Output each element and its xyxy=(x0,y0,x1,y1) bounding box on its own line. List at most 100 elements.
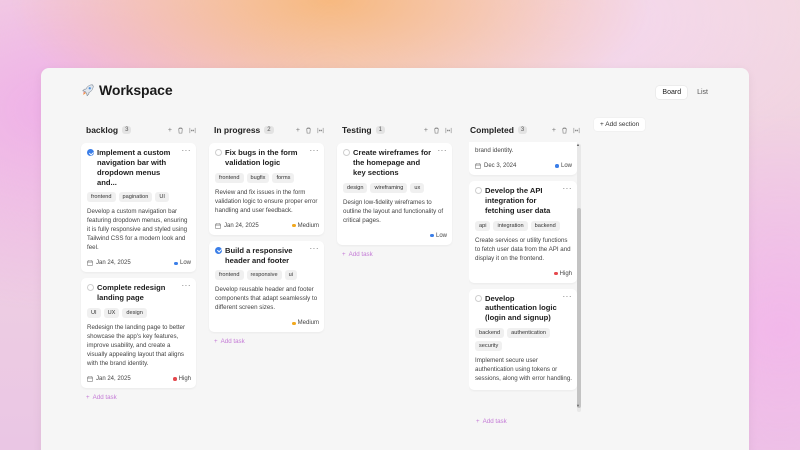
priority-dot xyxy=(174,261,178,266)
task-card[interactable]: Develop the API integration for fetching… xyxy=(469,180,577,283)
task-checkbox[interactable] xyxy=(87,284,94,292)
tag: security xyxy=(475,341,503,352)
more-options-icon[interactable]: ··· xyxy=(563,184,573,192)
tag-list: design wireframing ux xyxy=(343,182,447,193)
task-card[interactable]: Implement a custom navigation bar with d… xyxy=(81,143,196,273)
trash-icon[interactable] xyxy=(177,127,184,134)
priority-dot xyxy=(430,233,434,238)
priority-badge: Medium xyxy=(292,223,319,229)
tag: pagination xyxy=(118,192,153,203)
due-date-text: Dec 3, 2024 xyxy=(484,162,517,169)
priority-badge: Low xyxy=(430,233,447,239)
plus-icon[interactable]: + xyxy=(296,127,300,134)
more-options-icon[interactable]: ··· xyxy=(310,244,320,252)
column-tools: + xyxy=(168,127,196,134)
task-checkbox[interactable] xyxy=(343,149,350,156)
tag: ux xyxy=(410,182,425,193)
column-header: backlog 3 + xyxy=(81,124,196,136)
collapse-icon[interactable] xyxy=(317,127,324,134)
scrollbar-thumb[interactable] xyxy=(577,208,581,408)
priority-badge: High xyxy=(173,376,191,382)
calendar-icon xyxy=(87,376,93,382)
tag: UI xyxy=(87,308,101,319)
task-card[interactable]: Build a responsive header and footer ···… xyxy=(209,240,324,333)
add-task-button[interactable]: + Add task xyxy=(342,251,452,258)
add-section-button[interactable]: + Add section xyxy=(594,118,646,131)
more-options-icon[interactable]: ··· xyxy=(182,282,192,290)
plus-icon: + xyxy=(214,338,218,346)
priority-dot xyxy=(555,164,559,168)
tag: integration xyxy=(493,220,528,231)
add-task-button[interactable]: + Add task xyxy=(214,338,324,345)
more-options-icon[interactable]: ··· xyxy=(182,147,192,155)
task-title: Build a responsive header and footer xyxy=(225,245,293,265)
due-date: Jan 24, 2025 xyxy=(87,260,131,266)
task-card[interactable]: Complete redesign landing page ··· UI UX… xyxy=(81,278,196,388)
tag-list: api integration backend xyxy=(475,220,572,231)
tag: backend xyxy=(475,328,505,339)
priority-text: Medium xyxy=(297,222,319,229)
tag: backend xyxy=(530,220,560,231)
column-in-progress: In progress 2 + Fix bugs in the form val… xyxy=(209,124,324,345)
trash-icon[interactable] xyxy=(561,127,568,134)
tag-list: backend authentication security xyxy=(475,328,572,352)
plus-icon[interactable]: + xyxy=(168,127,172,134)
add-task-button[interactable]: + Add task xyxy=(476,418,507,425)
column-count-badge: 2 xyxy=(264,126,274,134)
trash-icon[interactable] xyxy=(305,127,312,134)
task-checkbox[interactable] xyxy=(475,186,482,194)
task-checkbox[interactable] xyxy=(87,149,94,156)
due-date-text: Jan 24, 2025 xyxy=(224,222,259,229)
completed-scroll-area[interactable]: brand identity. Dec 3, 2024 Low Develop … xyxy=(469,142,582,410)
tab-board[interactable]: Board xyxy=(656,86,688,99)
task-description: Develop reusable header and footer compo… xyxy=(215,286,318,312)
tag: frontend xyxy=(215,172,244,183)
scroll-down-arrow-icon[interactable]: ▼ xyxy=(576,403,580,408)
collapse-icon[interactable] xyxy=(189,127,196,134)
scroll-up-arrow-icon[interactable]: ▲ xyxy=(576,142,580,147)
plus-icon[interactable]: + xyxy=(552,127,556,134)
column-count-badge: 3 xyxy=(122,126,132,134)
task-description: Implement secure user authentication usi… xyxy=(475,357,572,383)
add-task-label: Add task xyxy=(482,418,507,425)
task-card[interactable]: Create wireframes for the homepage and k… xyxy=(337,143,452,245)
collapse-icon[interactable] xyxy=(573,127,580,134)
tag-list: frontend responsive ui xyxy=(215,270,319,281)
task-description: Develop a custom navigation bar featurin… xyxy=(87,208,188,252)
due-date: Jan 24, 2025 xyxy=(215,223,259,229)
tag: wireframing xyxy=(370,182,408,193)
column-count-badge: 1 xyxy=(375,126,385,134)
task-title: Develop authentication logic (login and … xyxy=(485,293,557,323)
priority-badge: Medium xyxy=(292,320,319,326)
plus-icon[interactable]: + xyxy=(424,127,428,134)
priority-text: Low xyxy=(560,162,572,169)
trash-icon[interactable] xyxy=(433,127,440,134)
column-count-badge: 3 xyxy=(517,126,528,134)
view-switcher: Board List xyxy=(656,86,714,99)
task-card[interactable]: Develop authentication logic (login and … xyxy=(469,288,577,391)
tab-list[interactable]: List xyxy=(691,86,714,99)
task-title: Develop the API integration for fetching… xyxy=(485,185,551,215)
task-card[interactable]: brand identity. Dec 3, 2024 Low xyxy=(469,142,577,175)
add-task-label: Add task xyxy=(92,394,117,401)
task-title: Create wireframes for the homepage and k… xyxy=(353,148,432,177)
add-task-button[interactable]: + Add task xyxy=(86,394,196,401)
column-testing: Testing 1 + Create wireframes for the ho… xyxy=(337,124,452,258)
more-options-icon[interactable]: ··· xyxy=(310,147,320,155)
due-date-text: Jan 24, 2025 xyxy=(96,260,131,267)
more-options-icon[interactable]: ··· xyxy=(438,147,448,155)
page-title: Workspace xyxy=(99,82,173,98)
task-checkbox[interactable] xyxy=(215,246,222,254)
task-description: brand identity. xyxy=(475,147,514,154)
tag: responsive xyxy=(246,270,282,281)
calendar-icon xyxy=(87,260,93,267)
column-tools: + xyxy=(424,127,452,134)
more-options-icon[interactable]: ··· xyxy=(563,292,573,300)
tag: design xyxy=(343,182,368,193)
task-card[interactable]: Fix bugs in the form validation logic ··… xyxy=(209,143,324,235)
column-backlog: backlog 3 + Implement a custom navigatio… xyxy=(81,124,196,401)
collapse-icon[interactable] xyxy=(445,127,452,134)
task-checkbox[interactable] xyxy=(475,294,482,302)
column-header: In progress 2 + xyxy=(209,124,324,136)
task-checkbox[interactable] xyxy=(215,149,222,156)
